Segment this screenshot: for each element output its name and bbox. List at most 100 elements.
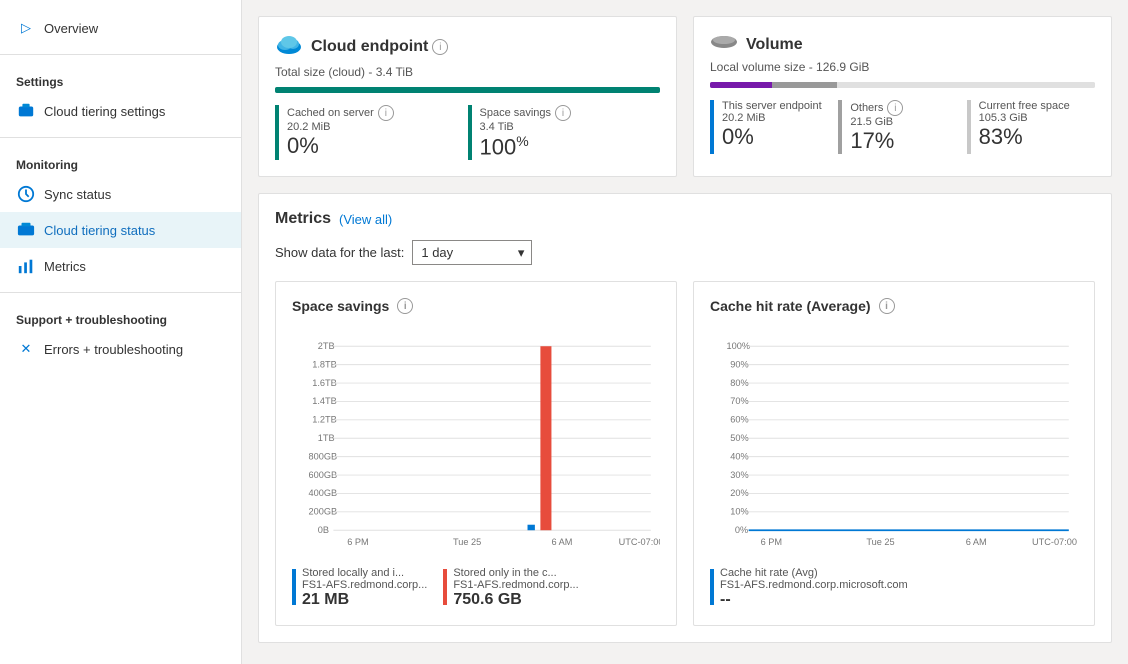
volume-title: Volume xyxy=(746,36,803,54)
cloud-tiering-status-icon xyxy=(16,220,36,240)
legend-local-text: Stored locally and i... FS1-AFS.redmond.… xyxy=(302,567,427,609)
sidebar-item-metrics[interactable]: Metrics xyxy=(0,248,241,284)
svg-text:400GB: 400GB xyxy=(309,489,338,499)
sidebar-divider-3 xyxy=(0,292,241,293)
svg-text:40%: 40% xyxy=(730,452,748,462)
cache-hit-chart-card: Cache hit rate (Average) i 100% 90% 80% … xyxy=(693,281,1095,626)
view-all-link[interactable]: (View all) xyxy=(339,212,392,227)
cloud-endpoint-title: Cloud endpoint xyxy=(311,38,428,56)
svg-text:50%: 50% xyxy=(730,433,748,443)
cloud-endpoint-info-icon[interactable]: i xyxy=(432,39,448,55)
sidebar-item-cloud-tiering-settings[interactable]: Cloud tiering settings xyxy=(0,93,241,129)
legend-cloud-text: Stored only in the c... FS1-AFS.redmond.… xyxy=(453,567,578,609)
volume-progress-container xyxy=(710,82,1095,88)
svg-text:2TB: 2TB xyxy=(318,341,335,351)
metrics-title: Metrics xyxy=(275,210,331,228)
legend-local: Stored locally and i... FS1-AFS.redmond.… xyxy=(292,567,427,609)
cache-hit-title: Cache hit rate (Average) i xyxy=(710,298,1078,314)
svg-text:20%: 20% xyxy=(730,489,748,499)
others-value: 21.5 GiB xyxy=(850,116,966,128)
space-savings-bar-cloud xyxy=(540,347,551,531)
space-savings-bar-local xyxy=(528,525,535,531)
volume-progress-gray xyxy=(772,82,837,88)
metrics-header: Metrics (View all) xyxy=(275,210,1095,228)
space-savings-title: Space savings i xyxy=(292,298,660,314)
sync-status-icon xyxy=(16,184,36,204)
legend-cloud-color xyxy=(443,569,447,605)
others-label: Others i xyxy=(850,100,966,116)
legend-local-color xyxy=(292,569,296,605)
cached-percent: 0% xyxy=(287,133,468,159)
svg-text:10%: 10% xyxy=(730,507,748,517)
others-percent: 17% xyxy=(850,128,966,154)
volume-subtitle: Local volume size - 126.9 GiB xyxy=(710,60,1095,74)
sidebar-item-overview-label: Overview xyxy=(44,21,98,36)
sidebar-item-overview[interactable]: ▷ Overview xyxy=(0,10,241,46)
free-label: Current free space xyxy=(979,100,1095,112)
space-savings-svg: 2TB 1.8TB 1.6TB 1.4TB 1.2TB 1TB 800GB 60… xyxy=(292,326,660,556)
space-savings-info-icon[interactable]: i xyxy=(397,298,413,314)
cache-hit-info-icon[interactable]: i xyxy=(879,298,895,314)
space-savings-chart-card: Space savings i 2TB 1.8TB 1.6TB 1.4TB 1.… xyxy=(275,281,677,626)
volume-stats: This server endpoint 20.2 MiB 0% Others … xyxy=(710,100,1095,154)
time-select-wrapper: 1 day 7 days 30 days xyxy=(412,240,532,265)
cloud-endpoint-progress-fill xyxy=(275,87,660,93)
svg-text:0%: 0% xyxy=(735,525,748,535)
svg-text:1.4TB: 1.4TB xyxy=(312,397,337,407)
cloud-endpoint-subtitle: Total size (cloud) - 3.4 TiB xyxy=(275,65,660,79)
svg-text:30%: 30% xyxy=(730,470,748,480)
legend-cloud: Stored only in the c... FS1-AFS.redmond.… xyxy=(443,567,578,609)
svg-text:0B: 0B xyxy=(318,525,329,535)
sidebar-item-errors[interactable]: ✕ Errors + troubleshooting xyxy=(0,331,241,367)
others-info-icon[interactable]: i xyxy=(887,100,903,116)
volume-header: Volume xyxy=(710,33,1095,56)
savings-info-icon[interactable]: i xyxy=(555,105,571,121)
errors-icon: ✕ xyxy=(16,339,36,359)
cloud-endpoint-card: Cloud endpoint i Total size (cloud) - 3.… xyxy=(258,16,677,177)
svg-text:6 PM: 6 PM xyxy=(761,537,782,547)
savings-stat: Space savings i 3.4 TiB 100% xyxy=(468,105,661,160)
volume-icon xyxy=(710,33,738,56)
space-savings-legend: Stored locally and i... FS1-AFS.redmond.… xyxy=(292,567,660,609)
cloud-tiering-settings-icon xyxy=(16,101,36,121)
svg-text:1.6TB: 1.6TB xyxy=(312,378,337,388)
cached-stat: Cached on server i 20.2 MiB 0% xyxy=(275,105,468,160)
cloud-endpoint-stats: Cached on server i 20.2 MiB 0% Space sav… xyxy=(275,105,660,160)
svg-text:1.2TB: 1.2TB xyxy=(312,415,337,425)
overview-icon: ▷ xyxy=(16,18,36,38)
svg-text:6 PM: 6 PM xyxy=(347,537,368,547)
cache-hit-svg: 100% 90% 80% 70% 60% 50% 40% 30% xyxy=(710,326,1078,556)
cloud-endpoint-progress-container xyxy=(275,87,660,93)
metrics-icon xyxy=(16,256,36,276)
time-select[interactable]: 1 day 7 days 30 days xyxy=(412,240,532,265)
sidebar-divider-1 xyxy=(0,54,241,55)
svg-text:70%: 70% xyxy=(730,397,748,407)
svg-text:200GB: 200GB xyxy=(309,507,338,517)
savings-value: 3.4 TiB xyxy=(480,121,661,133)
svg-text:Tue 25: Tue 25 xyxy=(866,537,894,547)
volume-progress-purple xyxy=(710,82,772,88)
legend-cache-hit-color xyxy=(710,569,714,605)
svg-text:1TB: 1TB xyxy=(318,433,335,443)
metrics-section: Metrics (View all) Show data for the las… xyxy=(258,193,1112,643)
svg-text:UTC-07:00: UTC-07:00 xyxy=(1032,537,1077,547)
svg-text:800GB: 800GB xyxy=(309,452,338,462)
monitoring-section-title: Monitoring xyxy=(0,146,241,176)
sidebar-item-cloud-tiering-status[interactable]: Cloud tiering status xyxy=(0,212,241,248)
main-content: Cloud endpoint i Total size (cloud) - 3.… xyxy=(242,0,1128,664)
sidebar-item-sync-status[interactable]: Sync status xyxy=(0,176,241,212)
cached-info-icon[interactable]: i xyxy=(378,105,394,121)
server-percent: 0% xyxy=(722,124,838,150)
cloud-endpoint-icon xyxy=(275,33,303,61)
filter-row: Show data for the last: 1 day 7 days 30 … xyxy=(275,240,1095,265)
svg-text:6 AM: 6 AM xyxy=(551,537,572,547)
savings-percent: 100% xyxy=(480,133,661,160)
support-section-title: Support + troubleshooting xyxy=(0,301,241,331)
metrics-label: Metrics xyxy=(44,259,86,274)
svg-text:60%: 60% xyxy=(730,415,748,425)
cached-value: 20.2 MiB xyxy=(287,121,468,133)
free-percent: 83% xyxy=(979,124,1095,150)
volume-progress-empty xyxy=(837,82,1095,88)
svg-text:6 AM: 6 AM xyxy=(966,537,987,547)
volume-card: Volume Local volume size - 126.9 GiB Thi… xyxy=(693,16,1112,177)
